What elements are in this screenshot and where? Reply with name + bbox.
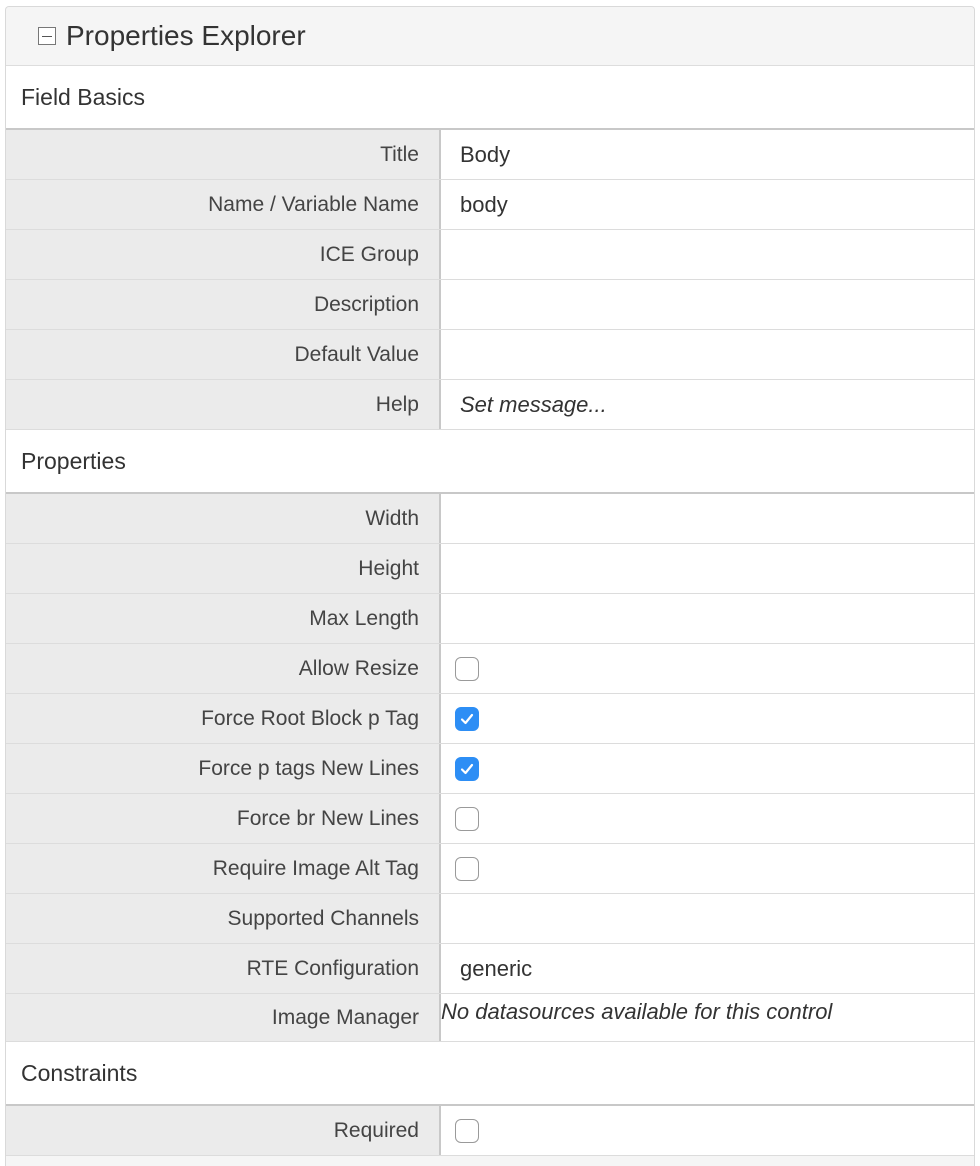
property-label: Force p tags New Lines (6, 744, 441, 793)
max-length-value[interactable] (441, 594, 974, 643)
property-label: Max Length (6, 594, 441, 643)
require-alt-cell (441, 844, 974, 893)
description-value[interactable] (441, 280, 974, 329)
property-row-force-br: Force br New Lines (6, 794, 974, 844)
properties-explorer-panel: Properties Explorer Field Basics Title B… (5, 6, 975, 1166)
force-root-block-cell (441, 694, 974, 743)
property-label: Require Image Alt Tag (6, 844, 441, 893)
force-br-cell (441, 794, 974, 843)
property-row-force-p-tags: Force p tags New Lines (6, 744, 974, 794)
rte-configuration-value[interactable]: generic (441, 944, 974, 993)
collapse-icon[interactable] (38, 27, 56, 45)
property-row-rte-configuration: RTE Configuration generic (6, 944, 974, 994)
height-value[interactable] (441, 544, 974, 593)
property-row-image-manager: Image Manager No datasources available f… (6, 994, 974, 1042)
help-value[interactable]: Set message... (441, 380, 974, 429)
property-label: Help (6, 380, 441, 429)
property-row-title: Title Body (6, 130, 974, 180)
force-p-tags-checkbox[interactable] (455, 756, 479, 781)
property-label: Force br New Lines (6, 794, 441, 843)
required-cell (441, 1106, 974, 1155)
section-properties[interactable]: Properties (6, 430, 974, 494)
property-label: Image Manager (6, 994, 441, 1041)
ice-group-value[interactable] (441, 230, 974, 279)
section-field-basics[interactable]: Field Basics (6, 66, 974, 130)
default-value-value[interactable] (441, 330, 974, 379)
property-row-require-alt: Require Image Alt Tag (6, 844, 974, 894)
property-label: Allow Resize (6, 644, 441, 693)
property-label: Default Value (6, 330, 441, 379)
property-label: Supported Channels (6, 894, 441, 943)
property-label: Name / Variable Name (6, 180, 441, 229)
property-row-allow-resize: Allow Resize (6, 644, 974, 694)
property-row-name: Name / Variable Name body (6, 180, 974, 230)
image-manager-value: No datasources available for this contro… (441, 994, 974, 1041)
property-label: Title (6, 130, 441, 179)
force-p-tags-cell (441, 744, 974, 793)
variable-name-value[interactable]: body (441, 180, 974, 229)
property-label: Force Root Block p Tag (6, 694, 441, 743)
property-label: Width (6, 494, 441, 543)
check-icon (460, 763, 474, 774)
property-row-height: Height (6, 544, 974, 594)
property-row-ice-group: ICE Group (6, 230, 974, 280)
supported-channels-value[interactable] (441, 894, 974, 943)
property-row-supported-channels: Supported Channels (6, 894, 974, 944)
property-label: ICE Group (6, 230, 441, 279)
title-value[interactable]: Body (441, 130, 974, 179)
allow-resize-checkbox[interactable] (455, 656, 479, 681)
property-row-required: Required (6, 1106, 974, 1156)
property-label: RTE Configuration (6, 944, 441, 993)
property-label: Description (6, 280, 441, 329)
property-row-force-root-block: Force Root Block p Tag (6, 694, 974, 744)
required-checkbox[interactable] (455, 1118, 479, 1143)
property-row-description: Description (6, 280, 974, 330)
require-alt-checkbox[interactable] (455, 856, 479, 881)
width-value[interactable] (441, 494, 974, 543)
property-row-default-value: Default Value (6, 330, 974, 380)
property-label: Required (6, 1106, 441, 1155)
panel-title: Properties Explorer (66, 20, 306, 51)
force-root-block-checkbox[interactable] (455, 706, 479, 731)
section-constraints[interactable]: Constraints (6, 1042, 974, 1106)
property-label: Height (6, 544, 441, 593)
panel-header: Properties Explorer (6, 7, 974, 66)
allow-resize-cell (441, 644, 974, 693)
property-row-help: Help Set message... (6, 380, 974, 430)
property-row-max-length: Max Length (6, 594, 974, 644)
force-br-checkbox[interactable] (455, 806, 479, 831)
check-icon (460, 713, 474, 724)
property-row-width: Width (6, 494, 974, 544)
